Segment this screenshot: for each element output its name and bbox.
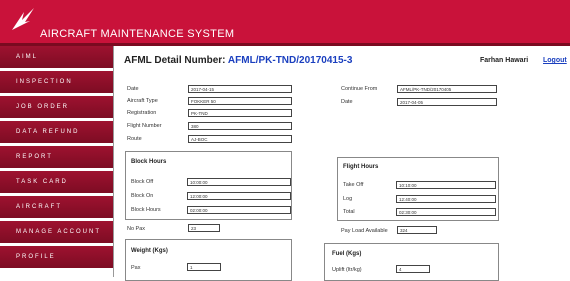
nav-item-manage-account[interactable]: MANAGE ACCOUNT [0, 221, 113, 243]
block-hours-box: Block Hours Block Off 10:00:00 Block On … [125, 151, 292, 220]
nav-item-task-card[interactable]: TASK CARD [0, 171, 113, 193]
aircraft-type-field[interactable]: FOKKER 50 [188, 97, 292, 105]
flight-hours-title: Flight Hours [343, 164, 379, 170]
fuel-box: Fuel (Kgs) Uplift (ltr/kg) 4 [324, 243, 499, 281]
total-label: Total [343, 209, 355, 215]
uplift-field[interactable]: 4 [396, 265, 430, 273]
pax-field[interactable]: 1 [187, 263, 221, 271]
continue-from-label: Continue From [341, 86, 378, 92]
pay-load-field[interactable]: 324 [397, 226, 437, 234]
nav-item-inspection[interactable]: INSPECTION [0, 71, 113, 93]
uplift-label: Uplift (ltr/kg) [332, 267, 362, 273]
flight-number-field[interactable]: 380 [188, 122, 292, 130]
block-hours-field[interactable]: 02:00:00 [187, 206, 291, 214]
block-on-field[interactable]: 12:00:00 [187, 192, 291, 200]
route-field[interactable]: AJ-BOC [188, 135, 292, 143]
block-hours-title: Block Hours [131, 159, 167, 165]
date2-label: Date [341, 99, 353, 105]
nav-item-data-refund[interactable]: DATA REFUND [0, 121, 113, 143]
logout-link[interactable]: Logout [543, 57, 567, 64]
sidebar: AIML INSPECTION JOB ORDER DATA REFUND RE… [0, 46, 113, 277]
nav-item-job-order[interactable]: JOB ORDER [0, 96, 113, 118]
total-field[interactable]: 02:30:00 [396, 208, 496, 216]
continue-from-field[interactable]: AFML/PK-TND/20170405 [397, 85, 497, 93]
block-on-label: Block On [131, 193, 154, 199]
weight-title: Weight (Kgs) [131, 248, 168, 254]
date2-field[interactable]: 2017-04-05 [397, 98, 497, 106]
nav-item-aiml[interactable]: AIML [0, 46, 113, 68]
date-field[interactable]: 2017-04-15 [188, 85, 292, 93]
registration-field[interactable]: PK-TND [188, 109, 292, 117]
main-content: AFML Detail Number: AFML/PK-TND/20170415… [113, 46, 570, 281]
nav-item-report[interactable]: REPORT [0, 146, 113, 168]
page-title: AFML Detail Number: AFML/PK-TND/20170415… [124, 55, 352, 66]
app-header: AIRCRAFT MAINTENANCE SYSTEM [0, 0, 570, 46]
no-pax-field[interactable]: 23 [188, 224, 220, 232]
take-off-label: Take Off [343, 182, 364, 188]
take-off-field[interactable]: 10:10:00 [396, 181, 496, 189]
registration-label: Registration [127, 110, 157, 116]
fuel-title: Fuel (Kgs) [332, 251, 362, 257]
aircraft-type-label: Aircraft Type [127, 98, 158, 104]
nav-item-aircraft[interactable]: AIRCRAFT [0, 196, 113, 218]
block-hours-label: Block Hours [131, 207, 161, 213]
afml-number: AFML/PK-TND/20170415-3 [227, 55, 353, 66]
pax-label: Pax [131, 265, 141, 271]
nav-item-profile[interactable]: PROFILE [0, 246, 113, 268]
user-name: Farhan Hawari [480, 57, 529, 64]
page-title-prefix: AFML Detail Number: [124, 55, 226, 66]
pay-load-label: Pay Load Available [341, 228, 388, 234]
block-off-label: Block Off [131, 179, 154, 185]
log-label: Log [343, 196, 353, 202]
flight-hours-box: Flight Hours Take Off 10:10:00 Log 12:40… [337, 157, 499, 221]
no-pax-label: No Pax [127, 226, 146, 232]
weight-box: Weight (Kgs) Pax 1 [125, 239, 292, 281]
date-label: Date [127, 86, 139, 92]
log-field[interactable]: 12:40:00 [396, 195, 496, 203]
route-label: Route [127, 136, 142, 142]
aircraft-logo-icon [12, 8, 34, 30]
flight-number-label: Flight Number [127, 123, 162, 129]
app-title: AIRCRAFT MAINTENANCE SYSTEM [40, 28, 235, 40]
block-off-field[interactable]: 10:00:00 [187, 178, 291, 186]
